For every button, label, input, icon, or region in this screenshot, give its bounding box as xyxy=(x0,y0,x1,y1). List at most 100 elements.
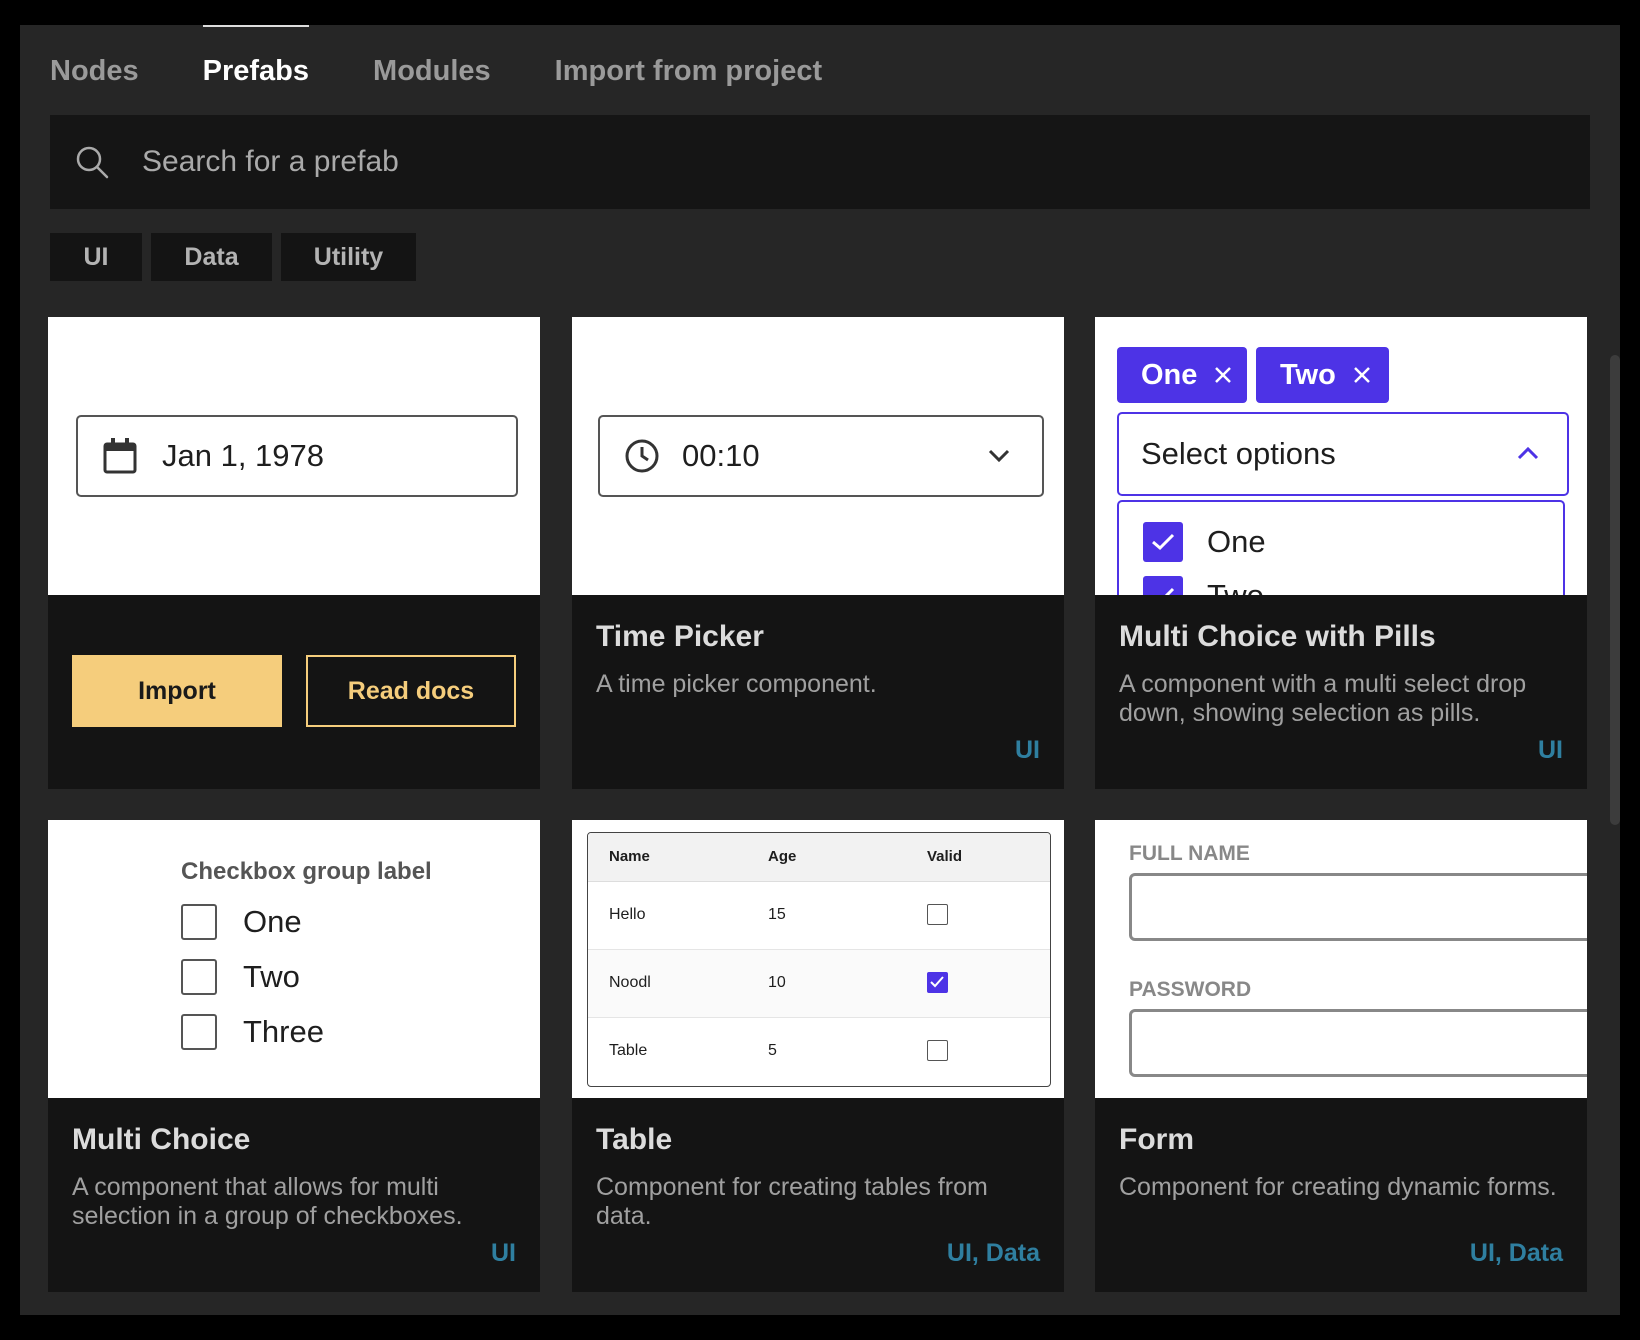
prefab-card-time-picker[interactable]: 00:10 Time Picker A time picker componen… xyxy=(572,317,1064,789)
checkmark-icon xyxy=(930,976,944,988)
form-input-preview xyxy=(1129,1009,1587,1077)
checkbox xyxy=(181,904,217,940)
filter-chips: UI Data Utility xyxy=(50,233,425,281)
card-preview: One Two Select options One xyxy=(1095,317,1587,595)
tab-bar: Nodes Prefabs Modules Import from projec… xyxy=(50,25,886,120)
search-input[interactable] xyxy=(140,144,1444,180)
card-title: Table xyxy=(596,1123,673,1156)
prefab-card-multi-choice-pills[interactable]: One Two Select options One Multi Choice … xyxy=(1095,317,1587,789)
tab-import-from-project[interactable]: Import from project xyxy=(555,25,822,120)
option-label: One xyxy=(1207,524,1266,559)
column-header: Age xyxy=(768,848,797,865)
search-icon xyxy=(76,146,109,179)
pill: One xyxy=(1117,347,1247,403)
card-title: Multi Choice with Pills xyxy=(1119,620,1436,653)
table-row: Noodl 10 xyxy=(588,950,1050,1018)
filter-chip-utility[interactable]: Utility xyxy=(281,233,416,281)
pill-label: Two xyxy=(1280,358,1336,391)
table-cell: 10 xyxy=(768,974,786,991)
checkbox-row: Two xyxy=(181,959,300,995)
chevron-up-icon xyxy=(1517,446,1539,460)
table-preview: Name Age Valid Hello 15 Noodl 10 Table 5 xyxy=(587,832,1051,1087)
prefab-card-date-picker[interactable]: Jan 1, 1978 Import Read docs xyxy=(48,317,540,789)
checkbox-row: One xyxy=(181,904,302,940)
checkbox-label: Two xyxy=(243,959,300,994)
card-tags: UI xyxy=(491,1239,516,1267)
date-field-preview: Jan 1, 1978 xyxy=(76,415,518,497)
tab-nodes[interactable]: Nodes xyxy=(50,25,139,120)
scrollbar[interactable] xyxy=(1610,355,1620,825)
table-row: Hello 15 xyxy=(588,882,1050,950)
import-button[interactable]: Import xyxy=(72,655,282,727)
checkbox-row: Three xyxy=(181,1014,324,1050)
card-title: Form xyxy=(1119,1123,1194,1156)
card-tags: UI, Data xyxy=(1469,1239,1563,1267)
option-label: Two xyxy=(1207,578,1264,595)
date-value: Jan 1, 1978 xyxy=(162,438,325,473)
filter-chip-ui[interactable]: UI xyxy=(50,233,142,281)
card-tags: UI xyxy=(1538,736,1563,764)
prefab-library-panel: Nodes Prefabs Modules Import from projec… xyxy=(20,25,1620,1315)
read-docs-button[interactable]: Read docs xyxy=(306,655,516,727)
checkbox-checked xyxy=(1143,522,1183,562)
checkbox-label: Three xyxy=(243,1014,324,1049)
tab-prefabs[interactable]: Prefabs xyxy=(202,25,310,120)
checkbox xyxy=(181,1014,217,1050)
close-icon xyxy=(1353,367,1370,383)
checkbox-group-label: Checkbox group label xyxy=(181,858,432,885)
checkbox-checked xyxy=(927,972,948,993)
pill: Two xyxy=(1256,347,1389,403)
pill-label: One xyxy=(1141,358,1198,391)
close-icon xyxy=(1215,367,1232,383)
select-box-preview: Select options xyxy=(1117,412,1569,496)
filter-chip-data[interactable]: Data xyxy=(151,233,272,281)
checkbox xyxy=(181,959,217,995)
checkbox xyxy=(927,904,948,925)
checkbox xyxy=(927,1040,948,1061)
card-tags: UI, Data xyxy=(946,1239,1040,1267)
prefab-card-table[interactable]: Name Age Valid Hello 15 Noodl 10 Table 5… xyxy=(572,820,1064,1292)
form-input-preview xyxy=(1129,873,1587,941)
card-title: Time Picker xyxy=(596,620,764,653)
checkmark-icon xyxy=(1153,587,1175,595)
calendar-icon xyxy=(103,438,137,474)
card-tags: UI xyxy=(1015,736,1040,764)
checkbox-checked xyxy=(1143,576,1183,595)
card-description: A component with a multi select drop dow… xyxy=(1119,670,1527,727)
card-preview: Checkbox group label One Two Three xyxy=(48,820,540,1098)
card-preview: 00:10 xyxy=(572,317,1064,595)
prefab-card-form[interactable]: FULL NAME PASSWORD Form Component for cr… xyxy=(1095,820,1587,1292)
table-cell: Table xyxy=(609,1042,648,1059)
checkmark-icon xyxy=(1152,533,1175,551)
option-item: Two xyxy=(1143,576,1264,595)
table-cell: Hello xyxy=(609,906,646,923)
select-placeholder: Select options xyxy=(1141,436,1336,471)
option-item: One xyxy=(1143,522,1266,562)
column-header: Valid xyxy=(927,848,963,865)
card-description: A component that allows for multi select… xyxy=(72,1173,463,1230)
prefab-card-multi-choice[interactable]: Checkbox group label One Two Three Multi… xyxy=(48,820,540,1292)
clock-icon xyxy=(625,439,659,473)
card-title: Multi Choice xyxy=(72,1123,251,1156)
table-cell: 5 xyxy=(768,1042,777,1059)
time-value: 00:10 xyxy=(682,438,760,473)
form-field-label: PASSWORD xyxy=(1129,978,1252,1001)
form-field-label: FULL NAME xyxy=(1129,842,1250,865)
column-header: Name xyxy=(609,848,650,865)
chevron-down-icon xyxy=(988,449,1010,463)
table-row: Table 5 xyxy=(588,1018,1050,1085)
table-cell: Noodl xyxy=(609,974,651,991)
card-description: Component for creating tables from data. xyxy=(596,1173,988,1230)
checkbox-label: One xyxy=(243,904,302,939)
time-field-preview: 00:10 xyxy=(598,415,1044,497)
search-bar xyxy=(50,115,1590,209)
table-cell: 15 xyxy=(768,906,786,923)
table-header-row: Name Age Valid xyxy=(588,833,1050,882)
card-preview: Jan 1, 1978 xyxy=(48,317,540,595)
card-description: A time picker component. xyxy=(596,670,877,698)
options-dropdown-preview: One Two xyxy=(1117,500,1565,595)
card-preview: FULL NAME PASSWORD xyxy=(1095,820,1587,1098)
tab-modules[interactable]: Modules xyxy=(373,25,491,120)
card-preview: Name Age Valid Hello 15 Noodl 10 Table 5 xyxy=(572,820,1064,1098)
card-description: Component for creating dynamic forms. xyxy=(1119,1173,1557,1201)
